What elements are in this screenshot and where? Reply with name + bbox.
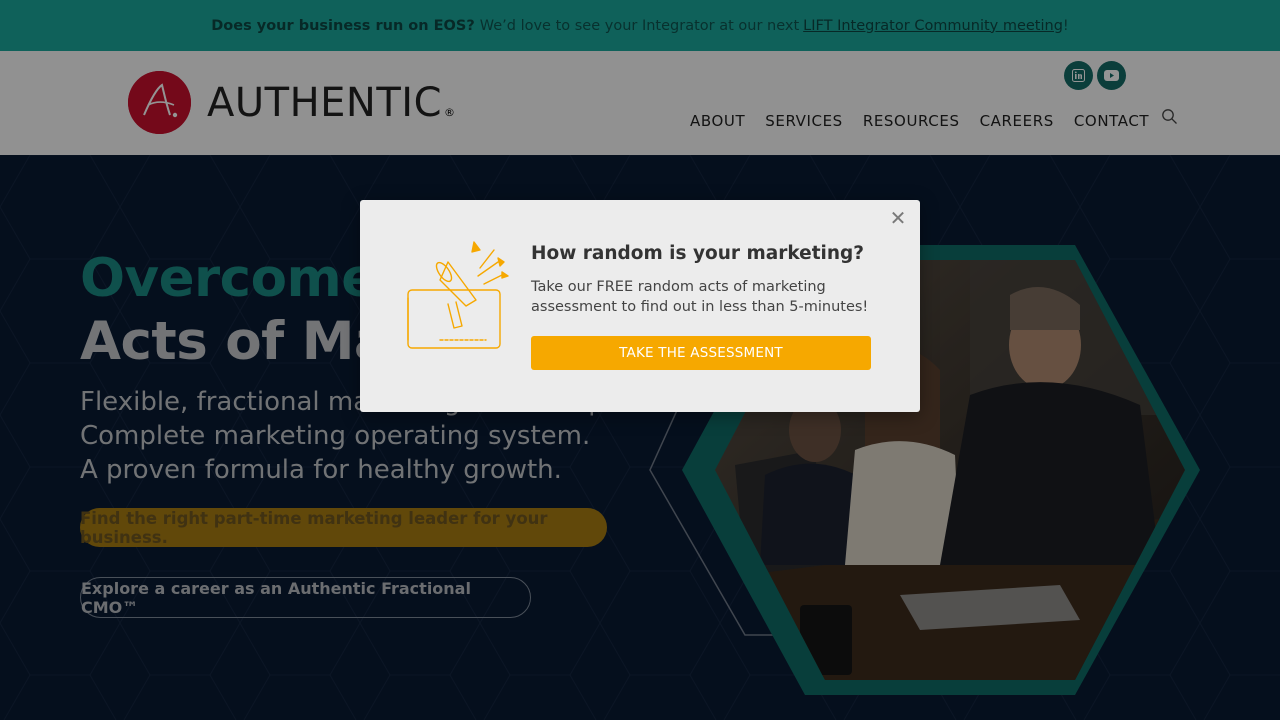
search-icon[interactable] bbox=[1161, 108, 1179, 126]
social-links bbox=[1064, 61, 1126, 90]
nav-contact[interactable]: CONTACT bbox=[1074, 112, 1149, 130]
main-nav: ABOUT SERVICES RESOURCES CAREERS CONTACT bbox=[690, 109, 1179, 130]
announcement-text: We’d love to see your Integrator at our … bbox=[479, 17, 800, 34]
announcement-bold-text: Does your business run on EOS? bbox=[211, 17, 475, 34]
nav-services[interactable]: SERVICES bbox=[765, 112, 843, 130]
logo-mark-icon bbox=[128, 71, 191, 134]
youtube-icon[interactable] bbox=[1097, 61, 1126, 90]
announcement-suffix: ! bbox=[1062, 17, 1069, 34]
linkedin-icon[interactable] bbox=[1064, 61, 1093, 90]
hero-subtext-line-2: Complete marketing operating system. bbox=[80, 421, 591, 451]
explore-career-button[interactable]: Explore a career as an Authentic Fractio… bbox=[80, 577, 531, 618]
nav-careers[interactable]: CAREERS bbox=[980, 112, 1054, 130]
megaphone-icon bbox=[407, 241, 509, 349]
hero-subtext-line-3: A proven formula for healthy growth. bbox=[80, 455, 562, 485]
logo-registered: ® bbox=[444, 106, 456, 119]
find-leader-button[interactable]: Find the right part-time marketing leade… bbox=[80, 508, 607, 547]
lift-community-link[interactable]: LIFT Integrator Community meeting bbox=[803, 18, 1063, 34]
take-assessment-button[interactable]: TAKE THE ASSESSMENT bbox=[531, 336, 871, 370]
popup-text: Take our FREE random acts of marketing a… bbox=[531, 279, 869, 315]
popup-title: How random is your marketing? bbox=[531, 243, 865, 264]
announcement-bar: Does your business run on EOS? We’d love… bbox=[0, 0, 1280, 51]
close-icon[interactable]: ✕ bbox=[888, 208, 908, 228]
site-logo[interactable]: AUTHENTIC ® bbox=[128, 71, 455, 134]
nav-about[interactable]: ABOUT bbox=[690, 112, 745, 130]
nav-resources[interactable]: RESOURCES bbox=[863, 112, 960, 130]
logo-text: AUTHENTIC bbox=[207, 79, 443, 126]
assessment-popup: ✕ How random is your marketing? Take our… bbox=[360, 200, 920, 412]
